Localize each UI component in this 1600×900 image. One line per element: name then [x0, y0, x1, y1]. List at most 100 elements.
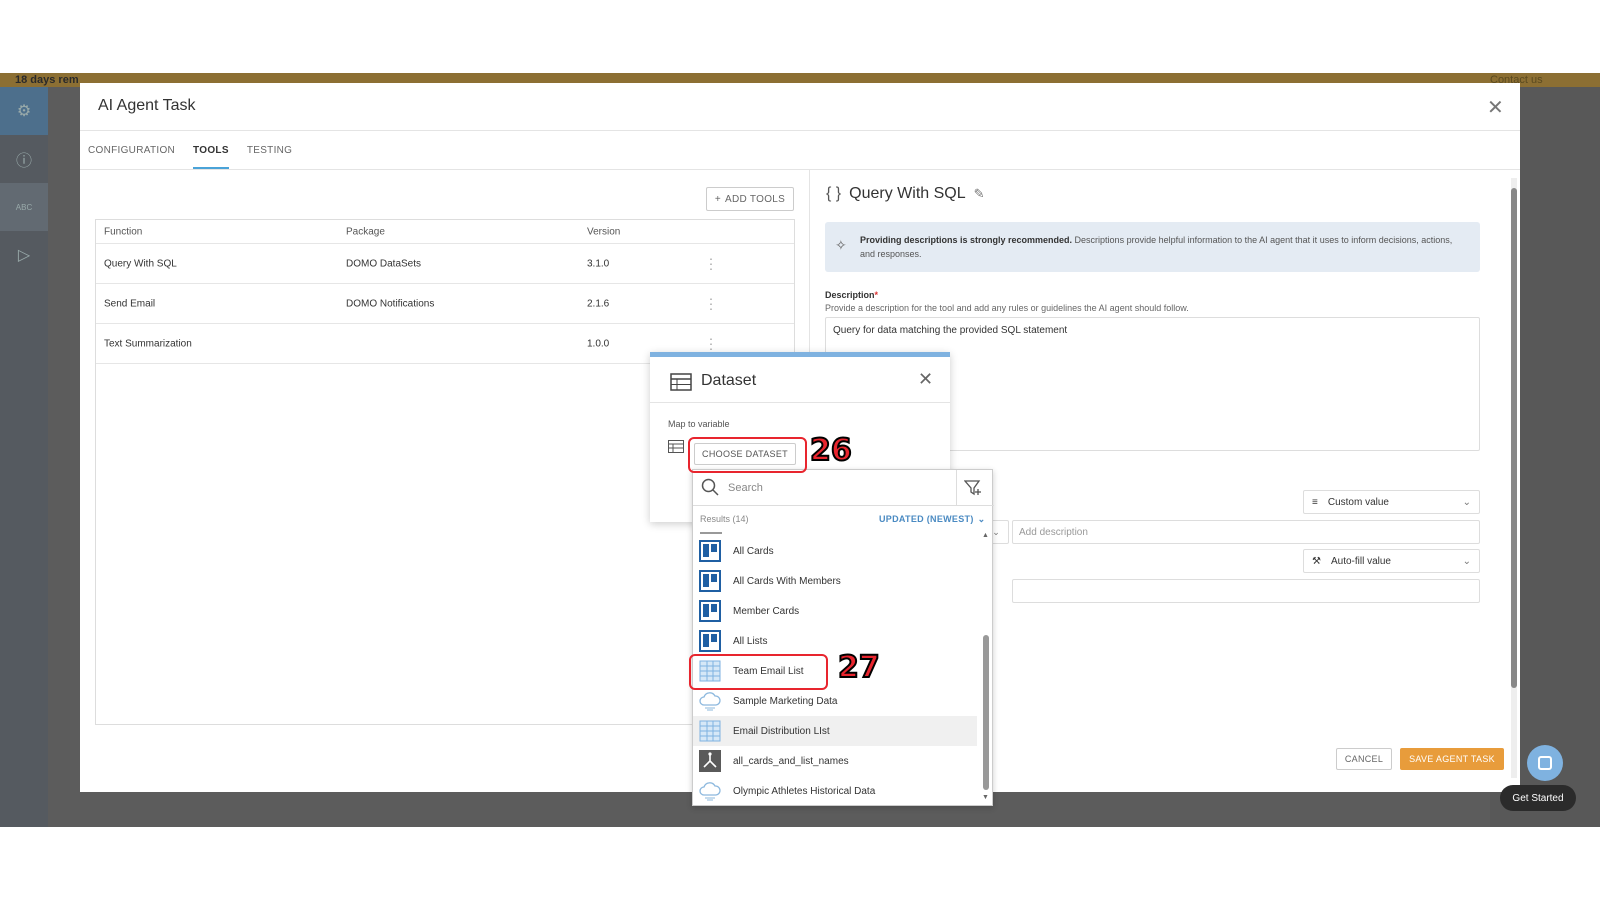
trello-icon — [699, 630, 721, 652]
filter-icon[interactable] — [963, 479, 982, 502]
add-tools-button[interactable]: + ADD TOOLS — [706, 187, 794, 211]
more-options-icon[interactable]: ⋮ — [704, 295, 718, 312]
list-item[interactable]: Member Cards — [693, 596, 977, 626]
tab-tools[interactable]: TOOLS — [193, 139, 229, 169]
cell-version: 3.1.0 — [587, 258, 610, 269]
braces-icon: { } — [826, 185, 842, 202]
table-icon — [670, 373, 692, 396]
scroll-up-icon[interactable]: ▲ — [982, 532, 989, 539]
scroll-thumb[interactable] — [1511, 188, 1517, 688]
info-banner: ✧ Providing descriptions is strongly rec… — [825, 222, 1480, 272]
step-number: 27 — [837, 649, 881, 686]
trial-text: 18 days rem — [15, 74, 79, 86]
cell-package: DOMO Notifications — [346, 298, 435, 309]
sparkle-icon: ✧ — [835, 237, 847, 253]
table-row[interactable]: Send Email DOMO Notifications 2.1.6 ⋮ — [96, 284, 794, 324]
description-label-text: Description — [825, 290, 875, 300]
add-tools-label: ADD TOOLS — [725, 193, 786, 205]
trello-icon — [699, 570, 721, 592]
modal-header: AI Agent Task ✕ — [80, 83, 1520, 131]
list-item[interactable]: all_cards_and_list_names — [693, 746, 977, 776]
modal-scrollbar[interactable] — [1511, 178, 1517, 778]
custom-value-label: Custom value — [1327, 496, 1389, 508]
step-number: 26 — [809, 432, 853, 469]
custom-value-select[interactable]: ≡ Custom value ⌄ — [1303, 490, 1480, 514]
dataset-picker-dropdown: Results (14) UPDATED (NEWEST)⌄ All Cards… — [692, 469, 994, 806]
highlight-ring — [688, 437, 807, 473]
tab-testing[interactable]: TESTING — [247, 139, 292, 169]
cell-version: 2.1.6 — [587, 298, 610, 309]
search-icon — [701, 478, 719, 501]
autofill-value-select[interactable]: ⚒ Auto-fill value ⌄ — [1303, 549, 1480, 573]
tab-configuration[interactable]: CONFIGURATION — [88, 139, 175, 169]
table-icon[interactable] — [668, 440, 684, 458]
more-options-icon[interactable]: ⋮ — [704, 335, 718, 352]
info-icon[interactable]: ⓘ — [0, 135, 48, 183]
add-description-input[interactable]: Add description — [1012, 520, 1480, 544]
dropdown-scrollbar[interactable]: ▲ ▼ — [981, 532, 991, 804]
flow-icon[interactable]: ⚙ — [0, 87, 48, 135]
list-item[interactable]: Email Distribution LIst — [693, 716, 977, 746]
dataset-title: Dataset — [701, 372, 757, 389]
trello-icon — [699, 600, 721, 622]
lines-icon: ≡ — [1312, 496, 1318, 508]
sort-button[interactable]: UPDATED (NEWEST) ⌄ — [879, 514, 985, 525]
cell-function: Send Email — [104, 298, 156, 309]
chat-icon[interactable] — [1527, 745, 1563, 781]
modal-tabs: CONFIGURATION TOOLS TESTING — [88, 139, 292, 169]
magic-wand-icon: ⚒ — [1312, 555, 1321, 567]
cancel-button[interactable]: CANCEL — [1336, 748, 1392, 770]
save-agent-task-button[interactable]: SAVE AGENT TASK — [1400, 748, 1504, 770]
cell-function: Text Summarization — [104, 338, 192, 349]
close-icon[interactable]: ✕ — [1487, 95, 1504, 120]
divider — [956, 470, 957, 506]
chevron-down-icon: ⌄ — [977, 514, 986, 524]
left-nav: ⚙ ⓘ ABC ▷ — [0, 87, 48, 827]
modal-title: AI Agent Task — [98, 97, 196, 114]
pencil-icon[interactable]: ✎ — [974, 186, 985, 202]
table-header: Function Package Version — [96, 220, 794, 244]
table-row[interactable]: Query With SQL DOMO DataSets 3.1.0 ⋮ — [96, 244, 794, 284]
cloud-icon — [699, 690, 721, 712]
map-to-variable-label: Map to variable — [668, 419, 730, 429]
cell-version: 1.0.0 — [587, 338, 610, 349]
results-count: Results (14) — [700, 514, 749, 524]
list-item[interactable]: All Lists — [693, 626, 977, 656]
list-item[interactable]: Olympic Athletes Historical Data — [693, 776, 977, 806]
parameter-field[interactable] — [1012, 579, 1480, 603]
more-options-icon[interactable]: ⋮ — [704, 255, 718, 272]
close-icon[interactable]: ✕ — [918, 369, 933, 390]
header-function: Function — [104, 226, 143, 237]
description-label: Description* — [825, 290, 878, 300]
plus-icon: + — [714, 193, 721, 205]
get-started-button[interactable]: Get Started — [1500, 785, 1576, 811]
cloud-icon — [699, 780, 721, 802]
item-label: Sample Marketing Data — [733, 695, 838, 707]
tool-title-row: { } Query With SQL ✎ — [826, 185, 985, 203]
chat-glyph — [1538, 756, 1552, 770]
dataflow-icon — [699, 750, 721, 772]
header-package: Package — [346, 226, 385, 237]
sort-label: UPDATED (NEWEST) — [879, 514, 974, 524]
chevron-down-icon: ⌄ — [1462, 555, 1471, 567]
scroll-thumb[interactable] — [983, 635, 989, 790]
cell-package: DOMO DataSets — [346, 258, 422, 269]
item-label: All Lists — [733, 635, 768, 647]
trello-icon — [699, 540, 721, 562]
autofill-label: Auto-fill value — [1330, 555, 1391, 567]
search-input[interactable] — [728, 479, 948, 497]
divider — [700, 532, 722, 534]
list-item[interactable]: Sample Marketing Data — [693, 686, 977, 716]
scroll-down-icon[interactable]: ▼ — [982, 794, 989, 801]
spreadsheet-icon — [699, 720, 721, 742]
header-version: Version — [587, 226, 621, 237]
highlight-ring — [689, 654, 828, 690]
abc-icon[interactable]: ABC — [0, 183, 48, 231]
play-icon[interactable]: ▷ — [0, 231, 48, 279]
divider — [650, 402, 950, 403]
list-item[interactable]: All Cards With Members — [693, 566, 977, 596]
chevron-down-icon: ⌄ — [1462, 496, 1471, 508]
list-item[interactable]: All Cards — [693, 536, 977, 566]
required-marker: * — [874, 290, 879, 300]
item-label: All Cards With Members — [733, 575, 841, 587]
